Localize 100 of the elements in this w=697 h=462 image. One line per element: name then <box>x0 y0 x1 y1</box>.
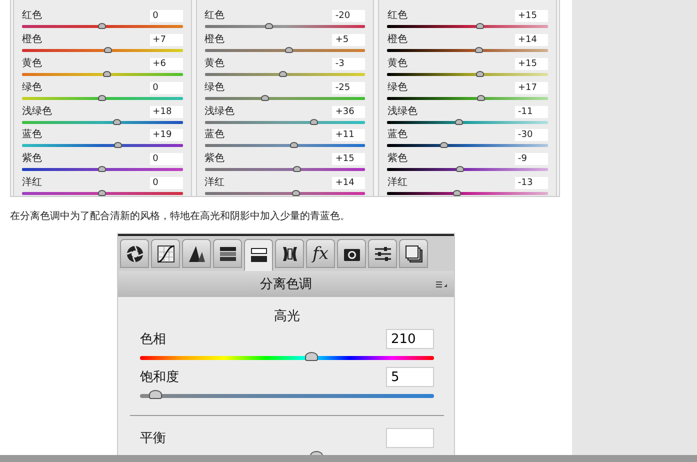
value-field[interactable]: 0 <box>150 153 183 166</box>
value-field[interactable]: +36 <box>332 106 366 118</box>
slider[interactable] <box>204 94 366 101</box>
slider-thumb[interactable] <box>476 70 484 77</box>
value-field[interactable]: -9 <box>515 153 548 166</box>
slider-thumb[interactable] <box>98 94 106 101</box>
slider-thumb[interactable] <box>290 142 298 148</box>
slider-label: 浅绿色 <box>204 106 235 118</box>
panel-title: 分离色调 <box>260 276 312 293</box>
value-field[interactable]: +18 <box>150 106 183 118</box>
panel-tab[interactable] <box>120 239 149 268</box>
slider[interactable] <box>204 46 366 53</box>
slider-thumb[interactable] <box>454 118 463 125</box>
value-field[interactable]: +15 <box>515 10 548 22</box>
value-field[interactable]: -11 <box>515 106 548 118</box>
value-field[interactable]: 210 <box>386 329 434 349</box>
slider-thumb[interactable] <box>148 390 162 399</box>
panel-tab[interactable] <box>182 239 211 268</box>
slider-thumb[interactable] <box>292 190 300 196</box>
slider-thumb[interactable] <box>98 166 106 172</box>
panel-tab[interactable] <box>399 239 428 268</box>
slider-thumb[interactable] <box>114 142 122 148</box>
slider[interactable] <box>387 94 548 101</box>
slider[interactable] <box>140 351 434 363</box>
panel-tab[interactable] <box>151 239 180 268</box>
slider-label: 红色 <box>204 10 225 22</box>
value-field[interactable]: -20 <box>332 10 366 22</box>
value-field[interactable]: +11 <box>332 129 366 142</box>
slider-label: 饱和度 <box>140 369 179 386</box>
value-field[interactable] <box>386 428 434 448</box>
slider[interactable] <box>204 165 366 172</box>
slider-label: 绿色 <box>387 82 408 94</box>
slider[interactable] <box>387 22 548 29</box>
value-field[interactable]: +17 <box>515 82 548 94</box>
value-field[interactable]: 0 <box>150 82 183 94</box>
value-field[interactable]: +7 <box>150 34 183 46</box>
slider[interactable] <box>204 70 366 77</box>
slider[interactable] <box>22 165 183 172</box>
value-field[interactable]: +19 <box>150 129 183 142</box>
value-field[interactable]: -25 <box>332 82 366 94</box>
value-field[interactable]: +14 <box>515 34 548 46</box>
slider-label: 色相 <box>140 331 166 348</box>
value-field[interactable]: +6 <box>150 58 183 70</box>
curve-icon <box>156 244 174 262</box>
slider[interactable] <box>22 22 183 29</box>
slider-thumb[interactable] <box>98 23 106 30</box>
slider[interactable] <box>204 118 366 124</box>
slider[interactable] <box>204 141 366 148</box>
slider[interactable] <box>387 70 548 77</box>
value-field[interactable]: +14 <box>332 177 366 190</box>
value-field[interactable]: -30 <box>515 129 548 142</box>
slider[interactable] <box>387 165 548 172</box>
value-field[interactable]: 0 <box>150 177 183 190</box>
slider-label: 橙色 <box>22 34 42 46</box>
slider-label: 洋红 <box>22 177 42 190</box>
slider[interactable] <box>204 189 366 196</box>
slider-thumb[interactable] <box>264 23 273 30</box>
value-field[interactable]: 0 <box>150 10 183 22</box>
slider[interactable] <box>204 22 366 29</box>
slider-thumb[interactable] <box>477 94 486 101</box>
panel-tab[interactable] <box>368 239 397 268</box>
panel-tab[interactable] <box>244 239 273 271</box>
menu-icon[interactable] <box>436 281 448 288</box>
slider[interactable] <box>387 141 548 148</box>
slider[interactable] <box>387 46 548 53</box>
slider[interactable] <box>387 118 548 124</box>
slider[interactable] <box>140 389 434 401</box>
slider-thumb[interactable] <box>476 23 484 30</box>
value-field[interactable]: +15 <box>332 153 366 166</box>
slider-thumb[interactable] <box>453 190 462 196</box>
panel-tab[interactable] <box>337 239 366 268</box>
value-field[interactable]: 5 <box>386 367 434 387</box>
slider[interactable] <box>22 189 183 196</box>
slider-thumb[interactable] <box>474 47 483 53</box>
value-field[interactable]: +5 <box>332 34 366 46</box>
value-field[interactable]: +15 <box>515 58 548 70</box>
paragraph: 在分离色调中为了配合清新的风格，特地在高光和阴影中加入少量的青蓝色。 <box>10 210 350 224</box>
slider-thumb[interactable] <box>260 94 269 101</box>
panel-tab[interactable] <box>213 239 242 268</box>
slider[interactable] <box>22 70 183 77</box>
panel-tab[interactable] <box>275 239 304 268</box>
slider-thumb[interactable] <box>440 142 448 148</box>
value-field[interactable]: -3 <box>332 58 366 70</box>
slider[interactable] <box>22 118 183 124</box>
slider[interactable] <box>22 141 183 148</box>
slider-thumb[interactable] <box>98 190 106 196</box>
slider-thumb[interactable] <box>112 118 121 125</box>
slider-thumb[interactable] <box>103 70 112 77</box>
slider[interactable] <box>22 94 183 101</box>
slider-thumb[interactable] <box>305 352 318 361</box>
slider-thumb[interactable] <box>285 47 294 53</box>
slider-thumb[interactable] <box>456 166 464 172</box>
slider-thumb[interactable] <box>310 118 318 125</box>
panel-tab[interactable]: fx <box>306 239 335 268</box>
slider[interactable] <box>22 46 183 53</box>
slider-thumb[interactable] <box>104 47 112 53</box>
slider-thumb[interactable] <box>278 70 287 77</box>
slider-thumb[interactable] <box>293 166 302 172</box>
slider[interactable] <box>387 189 548 196</box>
value-field[interactable]: -13 <box>515 177 548 190</box>
